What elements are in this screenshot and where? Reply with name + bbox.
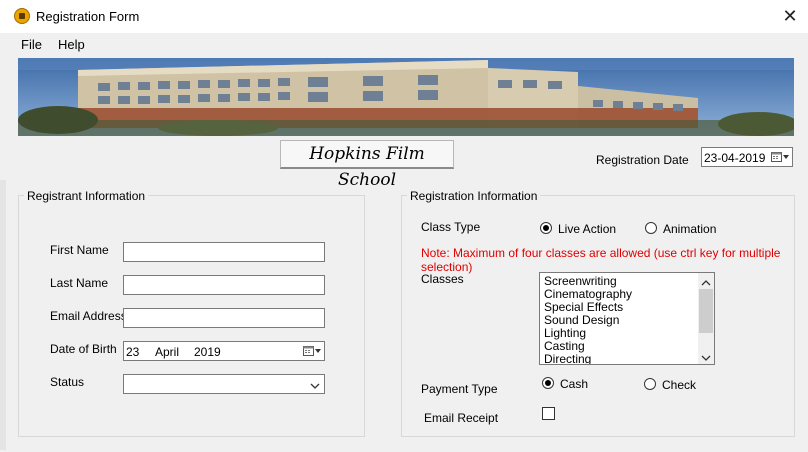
app-icon: [14, 8, 30, 24]
calendar-dropdown-icon[interactable]: [303, 345, 321, 357]
status-label: Status: [50, 375, 85, 389]
first-name-field[interactable]: [123, 242, 325, 262]
menu-file[interactable]: File: [21, 37, 42, 52]
cash-label[interactable]: Cash: [560, 377, 588, 391]
dob-month: April: [155, 345, 180, 359]
email-receipt-label: Email Receipt: [424, 411, 499, 425]
school-banner-image: [18, 58, 794, 136]
chevron-down-icon[interactable]: [701, 351, 711, 364]
email-address-label: Email Address: [50, 309, 127, 323]
background-window-edge: [0, 180, 6, 450]
dob-day: 23: [126, 345, 140, 359]
email-address-field[interactable]: [123, 308, 325, 328]
close-button[interactable]: ✕: [776, 4, 804, 28]
registration-date-picker[interactable]: 23-04-2019: [701, 147, 793, 167]
classes-note: Note: Maximum of four classes are allowe…: [421, 246, 781, 274]
status-dropdown[interactable]: [123, 374, 325, 394]
last-name-label: Last Name: [50, 276, 109, 290]
last-name-field[interactable]: [123, 275, 325, 295]
first-name-label: First Name: [50, 243, 109, 257]
cash-radio[interactable]: [542, 377, 554, 389]
class-type-label: Class Type: [421, 220, 481, 234]
live-action-label[interactable]: Live Action: [558, 222, 616, 236]
animation-label[interactable]: Animation: [663, 222, 716, 236]
check-label[interactable]: Check: [662, 378, 696, 392]
classes-listbox[interactable]: Screenwriting Cinematography Special Eff…: [539, 272, 715, 365]
classes-scrollbar[interactable]: [698, 273, 714, 364]
school-name-label: Hopkins Film School: [280, 140, 454, 190]
list-item[interactable]: Directing: [544, 353, 591, 365]
email-receipt-checkbox[interactable]: [542, 407, 555, 420]
check-radio[interactable]: [644, 378, 656, 390]
menu-bar: [0, 33, 808, 55]
classes-label: Classes: [421, 272, 464, 286]
animation-radio[interactable]: [645, 222, 657, 234]
dob-year: 2019: [194, 345, 221, 359]
chevron-down-icon: [310, 379, 320, 393]
registration-information-title: Registration Information: [407, 189, 541, 203]
live-action-radio[interactable]: [540, 222, 552, 234]
calendar-dropdown-icon[interactable]: [771, 151, 789, 163]
payment-type-label: Payment Type: [421, 382, 498, 396]
date-of-birth-label: Date of Birth: [50, 342, 117, 356]
window-title: Registration Form: [36, 9, 140, 24]
date-of-birth-picker[interactable]: 23 April 2019: [123, 341, 325, 361]
scrollbar-thumb[interactable]: [699, 289, 713, 333]
registrant-information-title: Registrant Information: [24, 189, 149, 203]
registration-date-label: Registration Date: [596, 153, 689, 167]
menu-help[interactable]: Help: [58, 37, 85, 52]
chevron-up-icon[interactable]: [701, 276, 711, 290]
registration-date-value: 23-04-2019: [704, 151, 766, 165]
